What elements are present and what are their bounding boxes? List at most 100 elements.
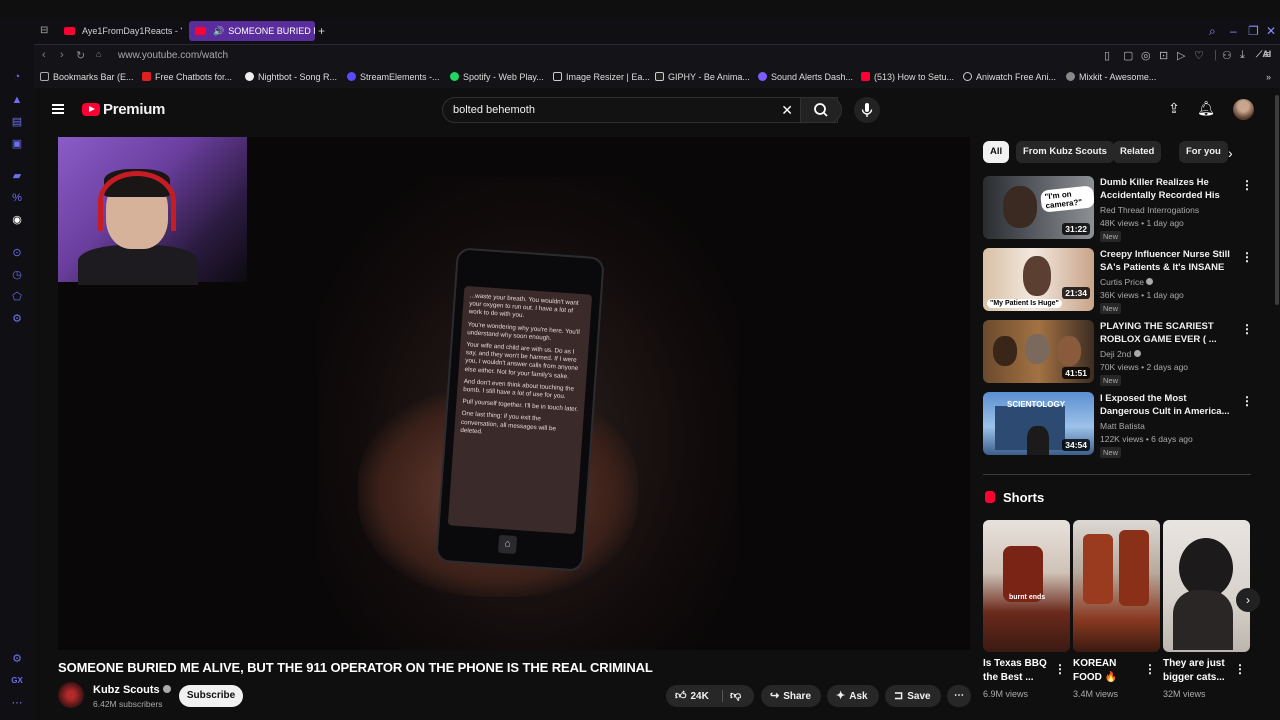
bookmark-item[interactable]: Image Resizer | Ea...: [553, 72, 650, 82]
tab-aye1fromday1reacts[interactable]: Aye1FromDay1Reacts - Yo: [58, 21, 182, 41]
ask-button[interactable]: ✦ Ask: [827, 685, 879, 707]
bookmark-item[interactable]: GIPHY - Be Anima...: [655, 72, 750, 82]
voice-search-button[interactable]: [854, 97, 880, 123]
channel-name[interactable]: Deji 2nd: [1100, 349, 1141, 359]
gx-corner-icon[interactable]: ▤: [10, 115, 24, 129]
channel-name[interactable]: Curtis Price: [1100, 277, 1154, 287]
bookmarks-overflow-icon[interactable]: »: [1266, 72, 1271, 82]
more-vertical-icon[interactable]: ⋮: [1234, 662, 1246, 676]
bookmark-item[interactable]: (513) How to Setu...: [861, 72, 954, 82]
bookmark-item[interactable]: Nightbot - Song R...: [245, 72, 337, 82]
speaker-icon[interactable]: 🔊: [213, 26, 224, 36]
more-vertical-icon[interactable]: ⋮: [1144, 662, 1156, 676]
guide-menu-icon[interactable]: [52, 104, 64, 114]
video-title[interactable]: I Exposed the Most Dangerous Cult in Ame…: [1100, 392, 1238, 418]
recommended-video[interactable]: 41:51 PLAYING THE SCARIEST ROBLOX GAME E…: [983, 320, 1253, 386]
settings-icon[interactable]: ⚙: [10, 312, 24, 326]
bookmark-item[interactable]: Spotify - Web Play...: [450, 72, 544, 82]
short-thumbnail[interactable]: [1163, 520, 1250, 652]
short-thumbnail[interactable]: [1073, 520, 1160, 652]
notifications-icon[interactable]: 🔔︎: [1196, 100, 1216, 120]
chip-for-you[interactable]: For you: [1179, 141, 1228, 163]
extension-icon[interactable]: ⊡: [1159, 49, 1168, 62]
more-vertical-icon[interactable]: ⋮: [1241, 178, 1253, 192]
search-input[interactable]: [453, 98, 773, 122]
more-vertical-icon[interactable]: ⋮: [1241, 322, 1253, 336]
play-icon[interactable]: ▷: [1177, 49, 1185, 62]
percent-icon[interactable]: %: [10, 191, 24, 205]
video-thumbnail[interactable]: 41:51: [983, 320, 1094, 383]
dislike-button[interactable]: 👎︎: [728, 685, 745, 708]
reload-icon[interactable]: ↻: [76, 49, 85, 62]
bookmark-item[interactable]: Bookmarks Bar (E...: [40, 72, 134, 82]
recommended-video[interactable]: "I'm on camera?" 31:22 Dumb Killer Reali…: [983, 176, 1253, 242]
twitch-icon[interactable]: ▰: [10, 169, 24, 183]
history-icon[interactable]: ◷: [10, 268, 24, 282]
bookmark-item[interactable]: Mixkit - Awesome...: [1066, 72, 1156, 82]
save-button[interactable]: ⊐ Save: [885, 685, 941, 707]
more-icon[interactable]: ⋯: [10, 696, 24, 710]
like-button[interactable]: 👍︎ 24K: [666, 690, 709, 702]
new-tab-button[interactable]: +: [318, 21, 325, 41]
chip-from-kubz-scouts[interactable]: From Kubz Scouts: [1016, 141, 1114, 163]
video-title[interactable]: PLAYING THE SCARIEST ROBLOX GAME EVER ( …: [1100, 320, 1238, 346]
more-vertical-icon[interactable]: ⋮: [1054, 662, 1066, 676]
vpn-icon[interactable]: ◎: [1141, 49, 1151, 62]
channel-name[interactable]: Matt Batista: [1100, 421, 1145, 431]
video-thumbnail[interactable]: "My Patient Is Huge" 21:34: [983, 248, 1094, 311]
video-thumbnail[interactable]: "I'm on camera?" 31:22: [983, 176, 1094, 239]
chevron-right-icon[interactable]: ›: [1228, 145, 1233, 161]
account-avatar[interactable]: [1233, 99, 1254, 120]
sidebar-settings-icon[interactable]: ⚙: [10, 652, 24, 666]
channel-name[interactable]: Red Thread Interrogations: [1100, 205, 1199, 215]
gx-cleaner-icon[interactable]: ▲: [10, 93, 24, 107]
discord-icon[interactable]: ◉: [10, 213, 24, 227]
short-title[interactable]: KOREAN FOOD 🔥: [1073, 657, 1147, 685]
more-actions-button[interactable]: ⋯: [947, 685, 971, 707]
minimize-icon[interactable]: –: [1230, 21, 1237, 41]
download-icon[interactable]: ⤓: [1240, 49, 1245, 62]
chip-related[interactable]: Related: [1113, 141, 1162, 163]
pin-icon[interactable]: ▯: [1104, 49, 1110, 62]
messenger-icon[interactable]: ▣: [10, 137, 24, 151]
bookmark-item[interactable]: Free Chatbots for...: [142, 72, 232, 82]
shorts-next-button[interactable]: ›: [1236, 588, 1260, 612]
screenshot-icon[interactable]: ▢: [1123, 49, 1133, 62]
more-vertical-icon[interactable]: ⋮: [1241, 394, 1253, 408]
easy-setup-icon[interactable]: ≡: [1264, 49, 1270, 61]
tab-search-icon[interactable]: ⌕: [1209, 21, 1216, 41]
more-vertical-icon[interactable]: ⋮: [1241, 250, 1253, 264]
tab-someone-buried-me[interactable]: 🔊 SOMEONE BURIED ME: [189, 21, 315, 41]
channel-avatar[interactable]: [58, 682, 84, 708]
short-title[interactable]: They are just bigger cats...: [1163, 657, 1237, 685]
short-thumbnail[interactable]: burnt ends: [983, 520, 1070, 652]
wallet-icon[interactable]: ⚇: [1222, 49, 1232, 62]
recommended-video[interactable]: "My Patient Is Huge" 21:34 Creepy Influe…: [983, 248, 1253, 314]
video-thumbnail[interactable]: SCIENTOLOGY 34:54: [983, 392, 1094, 455]
tab-menu-icon[interactable]: ⊟: [40, 21, 48, 41]
forward-icon[interactable]: ›: [60, 49, 64, 61]
home-icon[interactable]: ⌂: [96, 49, 101, 59]
youtube-logo-icon[interactable]: [82, 103, 100, 116]
video-player[interactable]: ...waste your breath. You wouldn't want …: [58, 137, 970, 650]
restore-icon[interactable]: ❐: [1248, 21, 1259, 41]
url-field[interactable]: www.youtube.com/watch: [118, 50, 228, 61]
subscribe-button[interactable]: Subscribe: [179, 685, 243, 707]
upload-icon[interactable]: ⇪: [1164, 100, 1184, 120]
short-title[interactable]: Is Texas BBQ the Best ...: [983, 657, 1057, 685]
back-icon[interactable]: ‹: [42, 49, 46, 61]
player-icon[interactable]: ⊙: [10, 246, 24, 260]
bookmark-item[interactable]: StreamElements -...: [347, 72, 440, 82]
chip-all[interactable]: All: [983, 141, 1010, 163]
video-title[interactable]: Dumb Killer Realizes He Accidentally Rec…: [1100, 176, 1238, 202]
recommended-video[interactable]: SCIENTOLOGY 34:54 I Exposed the Most Dan…: [983, 392, 1253, 458]
share-button[interactable]: ↪ Share: [761, 685, 821, 707]
gx-control-icon[interactable]: ◔: [10, 70, 24, 84]
extensions-icon[interactable]: ⬠: [10, 290, 24, 304]
close-window-icon[interactable]: ✕: [1266, 21, 1276, 41]
bookmark-item[interactable]: Aniwatch Free Ani...: [963, 72, 1056, 82]
video-title[interactable]: Creepy Influencer Nurse Still SA's Patie…: [1100, 248, 1238, 274]
search-button[interactable]: [800, 97, 842, 123]
page-scrollbar[interactable]: [1275, 95, 1279, 305]
favorite-icon[interactable]: ♡: [1194, 49, 1204, 62]
